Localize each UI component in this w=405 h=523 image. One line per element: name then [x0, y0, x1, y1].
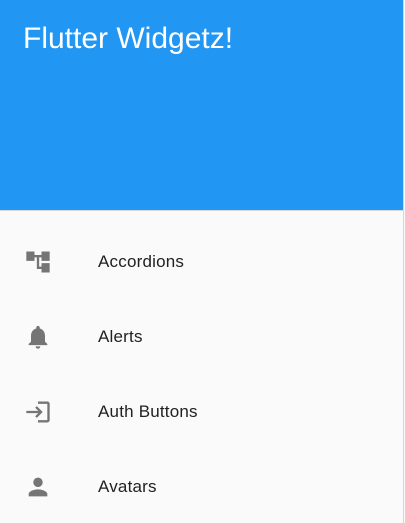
menu-item-accordions[interactable]: Accordions: [0, 224, 403, 299]
navigation-drawer: Flutter Widgetz! Accordions Alerts Auth …: [0, 0, 404, 523]
drawer-title: Flutter Widgetz!: [23, 22, 234, 55]
drawer-menu: Accordions Alerts Auth Buttons Avatars: [0, 211, 403, 523]
account-tree-icon: [24, 248, 52, 276]
menu-item-label: Avatars: [98, 476, 157, 496]
menu-item-alerts[interactable]: Alerts: [0, 299, 403, 374]
drawer-header: Flutter Widgetz!: [0, 0, 403, 211]
menu-item-label: Auth Buttons: [98, 401, 198, 421]
menu-item-auth-buttons[interactable]: Auth Buttons: [0, 374, 403, 449]
menu-item-avatars[interactable]: Avatars: [0, 449, 403, 523]
bell-icon: [24, 323, 52, 351]
menu-item-label: Accordions: [98, 251, 185, 271]
person-icon: [24, 473, 52, 501]
menu-item-label: Alerts: [98, 326, 143, 346]
login-icon: [24, 398, 52, 426]
